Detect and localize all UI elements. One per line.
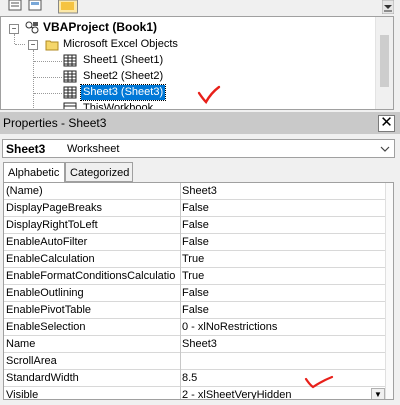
project-explorer-tree[interactable]: − VBAProject (Book1) − Microsoft Excel O… <box>0 16 394 110</box>
property-row[interactable]: EnableFormatConditionsCalculation True <box>4 268 387 285</box>
tree-node-sheet3[interactable]: Sheet3 (Sheet3) <box>79 84 167 101</box>
tree-node-project[interactable]: VBAProject (Book1) <box>41 20 159 36</box>
property-value[interactable]: 8.5 <box>182 372 197 384</box>
sheet2-label: Sheet2 (Sheet2) <box>83 70 164 82</box>
property-value[interactable]: True <box>182 253 204 265</box>
collapse-folder-icon[interactable]: − <box>28 40 38 50</box>
column-divider <box>180 302 181 319</box>
folder-icon <box>45 40 59 51</box>
tree-scrollbar[interactable] <box>375 17 393 109</box>
property-name: StandardWidth <box>6 372 79 384</box>
tree-connector <box>34 77 62 78</box>
property-row[interactable]: EnablePivotTable False <box>4 302 387 319</box>
chevron-down-icon <box>380 146 390 152</box>
workbook-icon <box>63 102 77 109</box>
property-value[interactable]: True <box>182 270 204 282</box>
collapse-root-icon[interactable]: − <box>9 24 19 34</box>
property-name: EnableSelection <box>6 321 86 333</box>
property-value[interactable]: Sheet3 <box>182 185 217 197</box>
toggle-folders-icon[interactable] <box>58 0 78 14</box>
object-selector-dropdown[interactable]: Sheet3 Worksheet <box>2 139 395 158</box>
column-divider <box>180 336 181 353</box>
sheet1-label: Sheet1 (Sheet1) <box>83 54 164 66</box>
property-row[interactable]: EnableSelection 0 - xlNoRestrictions <box>4 319 387 336</box>
object-type: Worksheet <box>67 143 120 155</box>
column-divider <box>180 353 181 370</box>
scroll-up-icon[interactable] <box>382 0 394 14</box>
property-value[interactable]: False <box>182 236 209 248</box>
property-value[interactable]: Sheet3 <box>182 338 217 350</box>
view-code-icon[interactable] <box>8 0 22 12</box>
chevron-down-icon[interactable]: ▼ <box>371 388 385 399</box>
property-name: DisplayRightToLeft <box>6 219 98 231</box>
column-divider <box>180 387 181 399</box>
red-checkmark-annotation-icon <box>197 85 221 104</box>
tree-connector <box>14 34 15 44</box>
column-divider <box>180 268 181 285</box>
property-row[interactable]: DisplayPageBreaks False <box>4 200 387 217</box>
property-name: ScrollArea <box>6 355 57 367</box>
column-divider <box>180 319 181 336</box>
property-value[interactable]: False <box>182 287 209 299</box>
sheet-icon <box>63 70 77 83</box>
window-bottom-edge <box>0 400 400 405</box>
property-row[interactable]: (Name) Sheet3 <box>4 183 387 200</box>
property-row[interactable]: ScrollArea <box>4 353 387 370</box>
visible-value-dropdown[interactable]: 2 - xlSheetVeryHidden <box>182 389 291 399</box>
property-name: EnableAutoFilter <box>6 236 88 248</box>
thisworkbook-label: ThisWorkbook <box>83 102 154 110</box>
property-value[interactable]: False <box>182 304 209 316</box>
column-divider <box>180 370 181 387</box>
tree-node-thisworkbook[interactable]: ThisWorkbook <box>81 101 155 110</box>
property-value[interactable]: 0 - xlNoRestrictions <box>182 321 277 333</box>
tree-connector <box>34 61 62 62</box>
property-row[interactable]: EnableCalculation True <box>4 251 387 268</box>
folder-label: Microsoft Excel Objects <box>63 38 178 50</box>
red-checkmark-annotation-icon <box>304 375 334 389</box>
tab-alphabetic[interactable]: Alphabetic <box>3 162 65 184</box>
property-name: Visible <box>6 389 39 400</box>
column-divider <box>180 251 181 268</box>
property-row[interactable]: Name Sheet3 <box>4 336 387 353</box>
property-row[interactable]: EnableOutlining False <box>4 285 387 302</box>
property-name: Name <box>6 338 36 350</box>
column-divider <box>180 285 181 302</box>
property-name: EnableOutlining <box>6 287 84 299</box>
sheet3-label: Sheet3 (Sheet3) <box>79 84 167 101</box>
tree-scrollbar-thumb[interactable] <box>380 35 389 87</box>
property-row[interactable]: DisplayRightToLeft False <box>4 217 387 234</box>
properties-title: Properties - Sheet3 <box>3 116 107 130</box>
view-object-icon[interactable] <box>28 0 42 12</box>
property-row[interactable]: EnableAutoFilter False <box>4 234 387 251</box>
tree-connector <box>15 44 25 45</box>
tree-connector <box>33 50 34 108</box>
property-name: DisplayPageBreaks <box>6 202 102 214</box>
tree-connector <box>34 109 62 110</box>
close-button[interactable]: ✕ <box>378 115 395 132</box>
tree-node-sheet1[interactable]: Sheet1 (Sheet1) <box>81 53 165 69</box>
column-divider <box>180 217 181 234</box>
property-value[interactable]: False <box>182 202 209 214</box>
tree-node-sheet2[interactable]: Sheet2 (Sheet2) <box>81 69 165 85</box>
sheet-icon <box>63 54 77 67</box>
property-name: (Name) <box>6 185 43 197</box>
sheet-icon <box>63 86 77 99</box>
property-grid-scrollbar[interactable] <box>385 183 393 399</box>
property-value[interactable]: False <box>182 219 209 231</box>
object-name: Sheet3 <box>6 142 46 156</box>
tab-categorized[interactable]: Categorized <box>65 162 133 182</box>
tree-connector <box>34 93 62 94</box>
property-name: EnableFormatConditionsCalculation <box>6 270 176 282</box>
property-name: EnableCalculation <box>6 253 95 265</box>
property-name: EnablePivotTable <box>6 304 92 316</box>
properties-titlebar: Properties - Sheet3 ✕ <box>0 112 400 134</box>
column-divider <box>180 200 181 217</box>
column-divider <box>180 234 181 251</box>
tree-node-excel-objects[interactable]: Microsoft Excel Objects <box>61 37 180 53</box>
property-grid: (Name) Sheet3 DisplayPageBreaks False Disp… <box>3 182 394 400</box>
project-toolbar <box>0 0 400 16</box>
column-divider <box>180 183 181 200</box>
vba-project-icon <box>25 21 39 34</box>
project-label: VBAProject (Book1) <box>43 20 158 34</box>
